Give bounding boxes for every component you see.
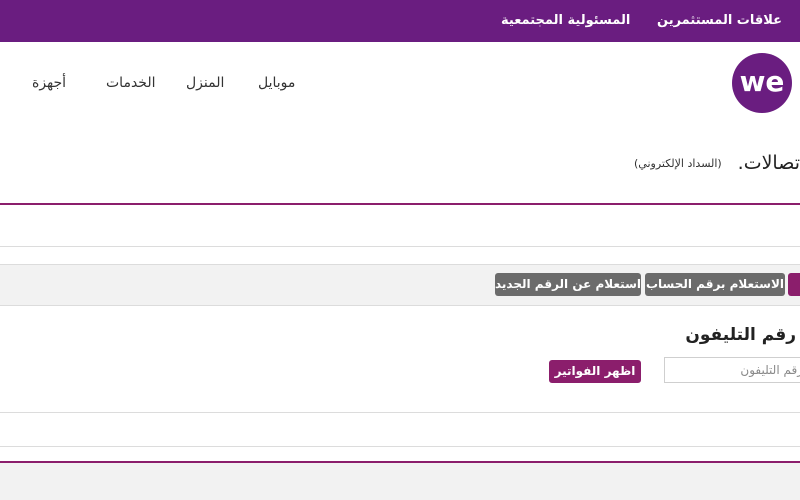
nav-item-services[interactable]: الخدمات bbox=[106, 75, 156, 91]
divider bbox=[0, 246, 800, 247]
payment-tabs: الاستعلام برقم الحساب استعلام عن الرقم ا… bbox=[0, 264, 800, 306]
divider bbox=[0, 412, 800, 413]
top-bar: علاقات المستثمرين المسئولية المجتمعية bbox=[0, 0, 800, 42]
divider bbox=[0, 203, 800, 205]
show-bills-button[interactable]: اظهر الفواتير bbox=[549, 360, 641, 383]
tab-account-number[interactable]: الاستعلام برقم الحساب bbox=[645, 273, 785, 296]
investor-relations-link[interactable]: علاقات المستثمرين bbox=[657, 13, 782, 28]
tab-new-number[interactable]: استعلام عن الرقم الجديد bbox=[495, 273, 641, 296]
we-logo[interactable]: we bbox=[732, 53, 792, 113]
tab-phone-number[interactable] bbox=[788, 273, 800, 296]
nav-item-mobile[interactable]: موبايل bbox=[258, 75, 295, 91]
page-title: تصالات. bbox=[737, 152, 800, 174]
phone-section-title: رقم التليفون bbox=[685, 325, 796, 345]
nav-item-devices[interactable]: أجهزة bbox=[32, 75, 66, 91]
nav-item-home[interactable]: المنزل bbox=[186, 75, 224, 91]
phone-number-input[interactable] bbox=[664, 357, 800, 383]
page-subtitle: (السداد الإلكتروني) bbox=[634, 157, 722, 170]
footer bbox=[0, 463, 800, 500]
social-responsibility-link[interactable]: المسئولية المجتمعية bbox=[501, 13, 630, 28]
divider bbox=[0, 446, 800, 447]
